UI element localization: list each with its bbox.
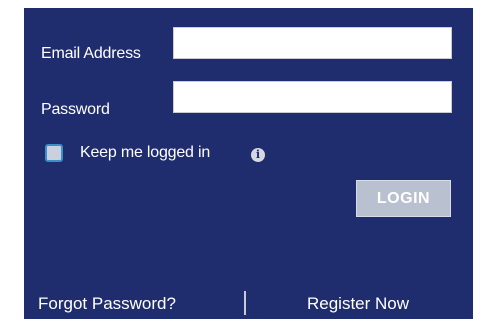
login-button[interactable]: LOGIN — [356, 180, 451, 217]
login-panel: Email Address Password Keep me logged in… — [24, 8, 473, 319]
keep-logged-in-label[interactable]: Keep me logged in — [80, 144, 210, 162]
register-now-link[interactable]: Register Now — [307, 294, 409, 314]
password-input[interactable] — [173, 81, 452, 113]
email-input[interactable] — [173, 27, 452, 59]
info-icon[interactable]: i — [251, 148, 265, 162]
email-label: Email Address — [41, 45, 141, 62]
password-label: Password — [41, 101, 110, 118]
keep-logged-in-checkbox[interactable] — [45, 144, 63, 162]
forgot-password-link[interactable]: Forgot Password? — [38, 294, 176, 314]
footer-divider — [244, 291, 246, 315]
